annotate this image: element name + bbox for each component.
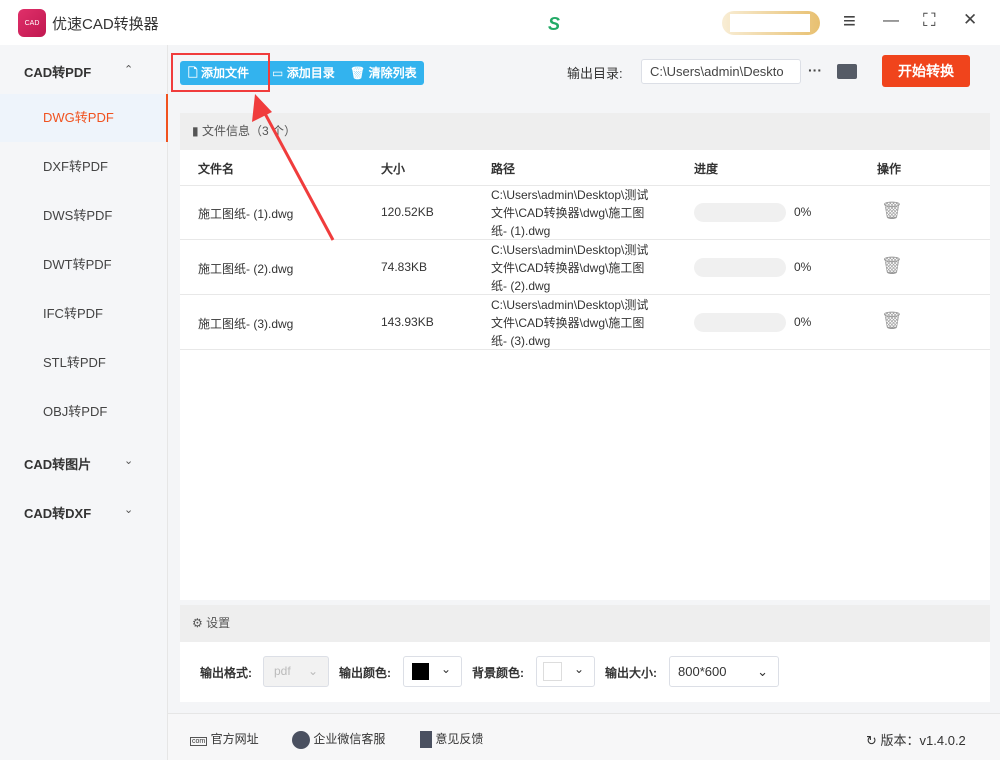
annotation-arrow bbox=[252, 94, 335, 241]
